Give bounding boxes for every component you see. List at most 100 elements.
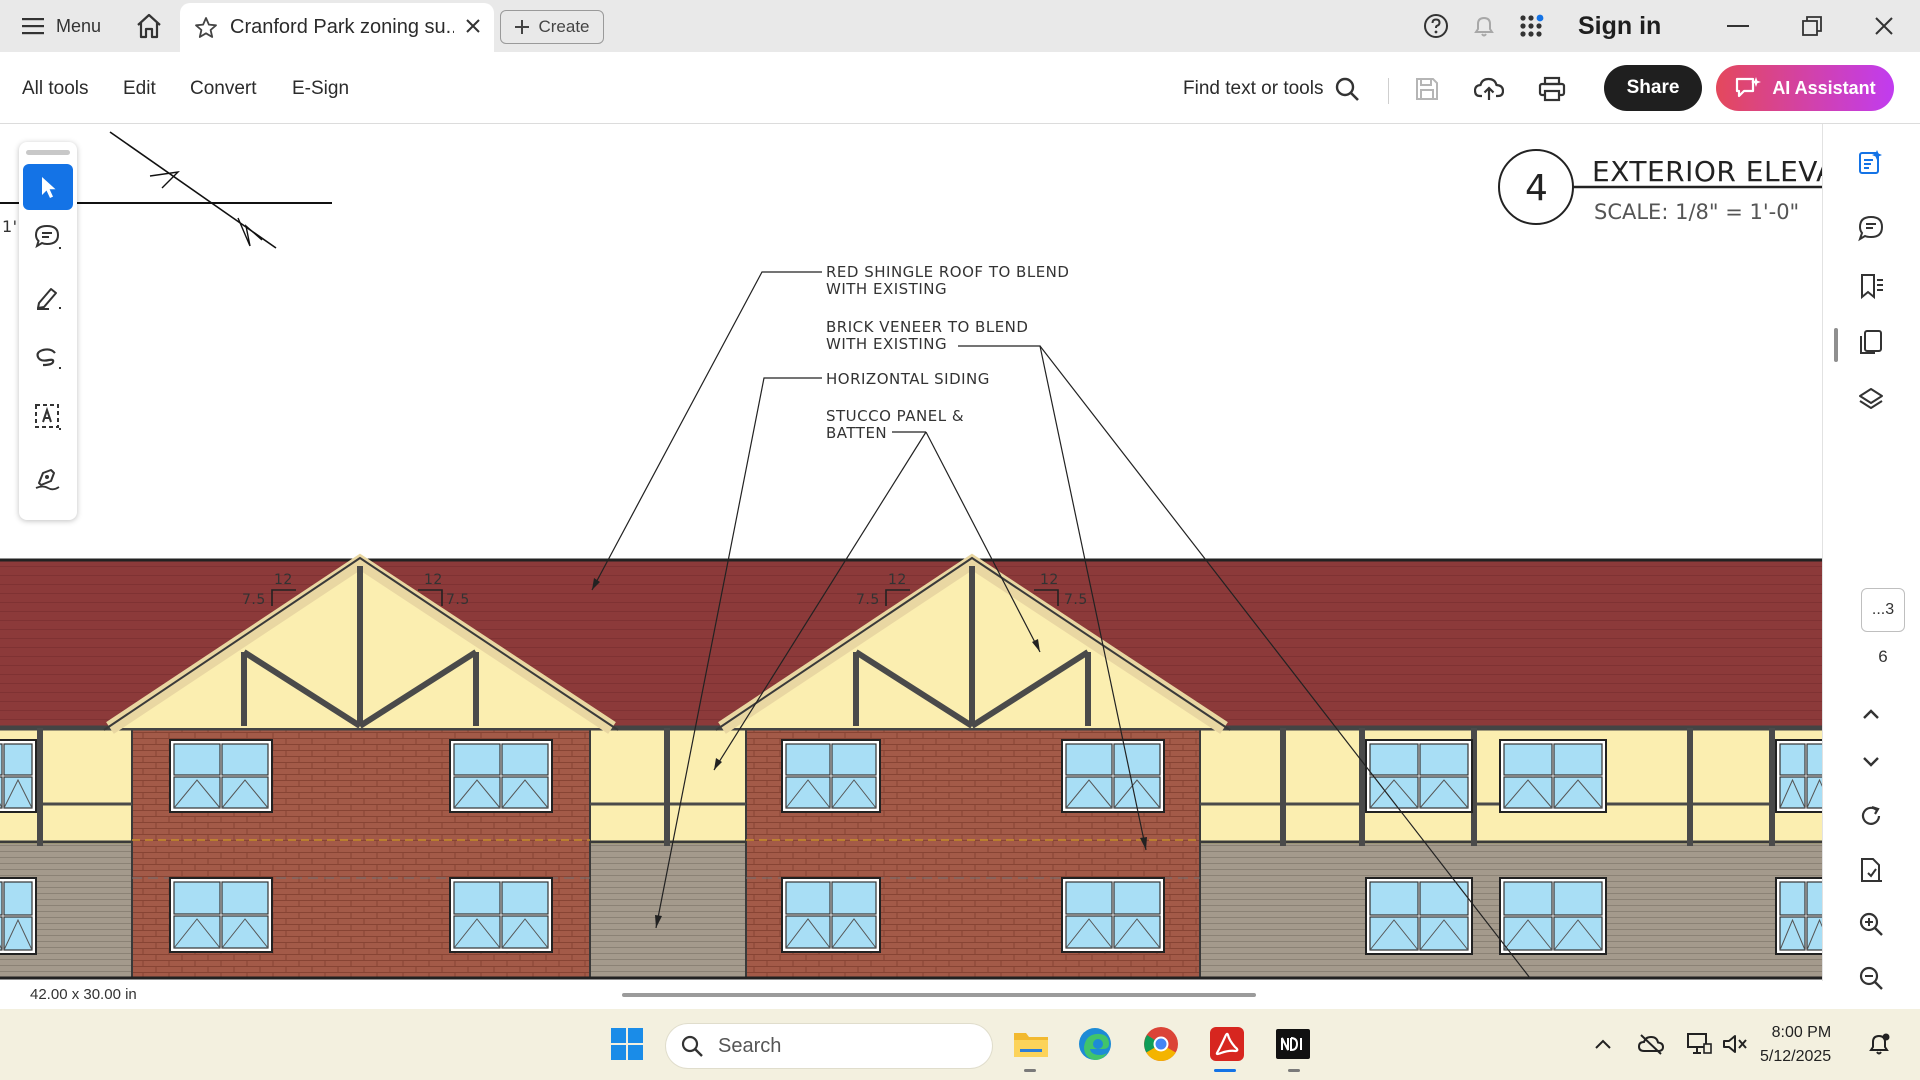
minimize-icon[interactable] — [1718, 10, 1758, 42]
highlight-tool-button[interactable] — [23, 274, 73, 320]
document-viewport[interactable]: 1' 4 EXTERIOR ELEVATIO SCALE: 1/8" = 1'-… — [0, 124, 1822, 981]
pitch-run-label: 12 — [274, 572, 293, 588]
drawing-scale: SCALE: 1/8" = 1'-0" — [1594, 200, 1799, 224]
pitch-run-label: 12 — [1040, 572, 1059, 588]
window-unit — [1775, 739, 1822, 813]
bell-icon[interactable] — [1470, 12, 1498, 40]
comment-icon — [34, 224, 61, 249]
rail-drag-handle[interactable] — [26, 150, 70, 155]
select-tool-button[interactable] — [23, 164, 73, 210]
create-button[interactable]: Create — [500, 10, 604, 44]
search-icon — [681, 1035, 703, 1057]
previous-page-icon[interactable] — [1853, 696, 1889, 732]
note-stucco-line1: STUCCO PANEL & — [826, 407, 964, 425]
windows-logo-icon — [611, 1028, 643, 1060]
comments-panel-icon[interactable] — [1853, 210, 1889, 246]
sign-in-button[interactable]: Sign in — [1578, 12, 1661, 41]
text-box-tool-button[interactable] — [23, 394, 73, 440]
note-roof-line1: RED SHINGLE ROOF TO BLEND — [826, 263, 1069, 281]
building-elevation: 12 7.5 12 7.5 12 7.5 12 7.5 — [0, 553, 1822, 980]
notification-bell-icon[interactable] — [1864, 1029, 1894, 1059]
star-icon[interactable] — [194, 16, 218, 40]
network-icon[interactable] — [1684, 1029, 1714, 1059]
window-unit — [169, 877, 273, 953]
restore-icon[interactable] — [1792, 10, 1832, 42]
bookmarks-icon[interactable] — [1853, 268, 1889, 304]
taskbar-search-placeholder: Search — [718, 1034, 782, 1057]
document-tab[interactable]: Cranford Park zoning su... — [180, 3, 494, 52]
menu-all-tools[interactable]: All tools — [22, 78, 89, 100]
vertical-scrollbar[interactable] — [1834, 328, 1838, 362]
taskbar-search[interactable]: Search — [666, 1024, 992, 1068]
close-window-icon[interactable] — [1864, 10, 1904, 42]
running-indicator — [1024, 1069, 1036, 1072]
toolbar-divider — [1388, 78, 1389, 104]
create-label: Create — [538, 17, 590, 36]
ai-assistant-button[interactable]: AI Assistant — [1716, 65, 1894, 111]
tool-rail — [19, 142, 77, 520]
edge-browser-icon[interactable] — [1074, 1023, 1116, 1065]
hamburger-icon — [22, 17, 44, 35]
onedrive-offline-icon[interactable] — [1636, 1029, 1666, 1059]
ndi-app-icon[interactable] — [1272, 1023, 1314, 1065]
note-brick-line1: BRICK VENEER TO BLEND — [826, 318, 1028, 336]
help-icon[interactable] — [1422, 12, 1450, 40]
comment-tool-button[interactable] — [23, 214, 73, 260]
save-icon[interactable] — [1410, 72, 1444, 106]
share-button[interactable]: Share — [1604, 65, 1702, 111]
sign-tool-button[interactable] — [23, 454, 73, 500]
pitch-rise-label: 7.5 — [1064, 592, 1088, 608]
window-unit — [0, 739, 37, 813]
menu-convert[interactable]: Convert — [190, 78, 257, 100]
total-pages: 6 — [1878, 647, 1888, 666]
menu-edit[interactable]: Edit — [123, 78, 156, 100]
zoom-in-icon[interactable] — [1853, 906, 1889, 942]
cloud-upload-icon[interactable] — [1472, 72, 1506, 106]
app-toolbar: All tools Edit Convert E-Sign Find text … — [0, 52, 1920, 124]
layers-icon[interactable] — [1853, 382, 1889, 418]
window-unit — [169, 739, 273, 813]
window-unit — [1365, 739, 1473, 813]
note-siding: HORIZONTAL SIDING — [826, 370, 990, 388]
close-tab-icon[interactable] — [464, 17, 482, 35]
home-icon — [137, 13, 161, 39]
clock-time: 8:00 PM — [1771, 1024, 1832, 1041]
draw-tool-button[interactable] — [23, 334, 73, 380]
signature-pen-icon — [35, 469, 60, 491]
file-explorer-icon[interactable] — [1010, 1023, 1052, 1065]
drawing-title: EXTERIOR ELEVATIO — [1592, 155, 1822, 188]
current-page-field[interactable]: ...3 — [1861, 588, 1905, 632]
menu-e-sign[interactable]: E-Sign — [292, 78, 349, 100]
rotate-icon[interactable] — [1853, 798, 1889, 834]
page-export-icon[interactable] — [1853, 852, 1889, 888]
right-sidebar: ...3 6 — [1822, 124, 1920, 990]
edit-pdf-icon[interactable] — [1853, 144, 1889, 180]
note-roof-line2: WITH EXISTING — [826, 280, 947, 298]
next-page-icon[interactable] — [1853, 744, 1889, 780]
zoom-out-icon[interactable] — [1853, 960, 1889, 996]
ai-assistant-icon — [1736, 77, 1762, 98]
volume-muted-icon[interactable] — [1720, 1029, 1750, 1059]
pitch-rise-label: 7.5 — [446, 592, 470, 608]
page-thumbnails-icon[interactable] — [1853, 324, 1889, 360]
find-text-button[interactable]: Find text or tools — [1183, 78, 1323, 100]
window-unit — [1775, 877, 1822, 955]
apps-grid-icon[interactable] — [1518, 12, 1546, 40]
window-unit — [1061, 739, 1165, 813]
window-unit — [449, 739, 553, 813]
show-hidden-icons-chevron-icon[interactable] — [1588, 1029, 1618, 1059]
ai-assistant-label: AI Assistant — [1772, 77, 1876, 98]
print-icon[interactable] — [1535, 72, 1569, 106]
chrome-browser-icon[interactable] — [1140, 1023, 1182, 1065]
menu-button[interactable]: Menu — [14, 8, 109, 44]
system-clock[interactable]: 8:00 PM 5/12/2025 — [1760, 1021, 1831, 1069]
search-icon[interactable] — [1330, 72, 1364, 106]
window-unit — [1499, 739, 1607, 813]
home-button[interactable] — [128, 8, 170, 44]
text-box-icon — [35, 404, 61, 430]
acrobat-app-icon[interactable] — [1206, 1023, 1248, 1065]
start-button[interactable] — [606, 1023, 648, 1065]
horizontal-scrollbar[interactable] — [622, 993, 1256, 997]
detail-number: 4 — [1525, 168, 1548, 209]
active-app-indicator — [1214, 1069, 1236, 1072]
